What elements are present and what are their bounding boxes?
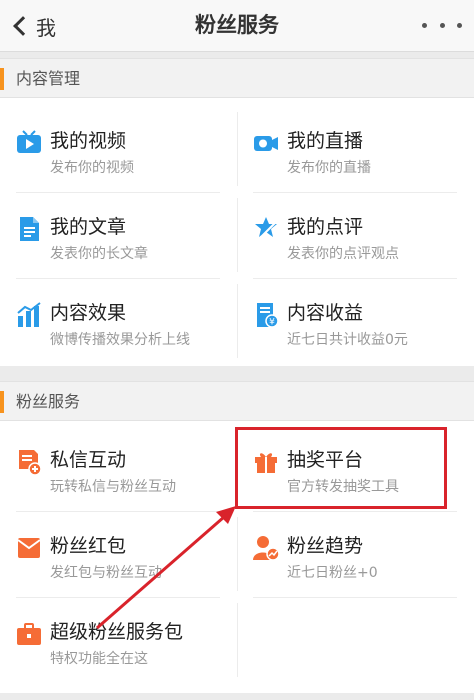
section-title: 内容管理 (16, 69, 81, 88)
grid-divider (16, 192, 220, 193)
grid-item-my-article[interactable]: 我的文章 发表你的长文章 (0, 192, 237, 278)
grid-item-my-review[interactable]: 我的点评 发表你的点评观点 (237, 192, 474, 278)
grid-item-name: 抽奖平台 (287, 449, 364, 471)
grid-item-my-video[interactable]: 我的视频 发布你的视频 (0, 106, 237, 192)
red-envelope-icon (17, 538, 41, 558)
briefcase-icon (17, 623, 41, 645)
content-grid: 我的视频 发布你的视频 我的直播 发布你的直播 我的文章 发表你的长文章 我的点… (0, 98, 474, 366)
grid-item-super-fan-package[interactable]: 超级粉丝服务包 特权功能全在这 (0, 597, 237, 683)
grid-item-name: 内容效果 (50, 302, 127, 324)
grid-item-private-message[interactable]: 私信互动 玩转私信与粉丝互动 (0, 425, 237, 511)
grid-item-desc: 近七日共计收益0元 (287, 332, 408, 348)
grid-divider (237, 198, 238, 272)
back-label: 我 (36, 15, 56, 40)
back-button[interactable]: 我 (10, 9, 56, 43)
grid-divider (253, 597, 457, 598)
section-header-fans: 粉丝服务 (0, 381, 474, 421)
grid-item-fan-trend[interactable]: 粉丝趋势 近七日粉丝+0 (237, 511, 474, 597)
grid-item-my-live[interactable]: 我的直播 发布你的直播 (237, 106, 474, 192)
more-dot-icon (457, 22, 462, 28)
grid-divider (253, 278, 457, 279)
gift-icon (255, 453, 277, 473)
grid-item-name: 我的视频 (50, 130, 127, 152)
grid-item-name: 我的直播 (287, 130, 364, 152)
section-header-content: 内容管理 (0, 58, 474, 98)
grid-divider (237, 603, 238, 677)
grid-item-name: 内容收益 (287, 302, 364, 324)
fans-grid: 私信互动 玩转私信与粉丝互动 抽奖平台 官方转发抽奖工具 粉丝红包 发红包与粉丝… (0, 421, 474, 693)
more-button[interactable] (422, 15, 462, 35)
grid-item-lottery-platform[interactable]: 抽奖平台 官方转发抽奖工具 (237, 425, 474, 511)
grid-item-desc: 玩转私信与粉丝互动 (50, 479, 176, 495)
grid-divider (237, 112, 238, 186)
more-dot-icon (439, 22, 445, 28)
section-accent-bar (0, 391, 4, 413)
grid-item-name: 我的文章 (50, 216, 127, 238)
grid-item-content-income[interactable]: ¥ 内容收益 近七日共计收益0元 (237, 278, 474, 364)
grid-item-name: 我的点评 (287, 216, 364, 238)
grid-divider (16, 597, 220, 598)
pen-icon (255, 217, 277, 242)
grid-item-name: 私信互动 (50, 449, 127, 471)
section-title: 粉丝服务 (16, 392, 81, 411)
grid-divider (253, 192, 457, 193)
grid-item-desc: 近七日粉丝+0 (287, 565, 378, 581)
income-icon: ¥ (257, 303, 279, 328)
grid-divider (237, 284, 238, 358)
grid-divider (237, 431, 238, 505)
grid-divider (16, 278, 220, 279)
grid-item-desc: 发表你的长文章 (50, 246, 148, 262)
grid-item-content-effect[interactable]: 内容效果 微博传播效果分析上线 (0, 278, 237, 364)
grid-item-desc: 特权功能全在这 (50, 651, 148, 667)
chevron-left-icon (13, 16, 33, 36)
message-icon (19, 450, 42, 475)
grid-divider (253, 511, 457, 512)
svg-text:¥: ¥ (269, 318, 275, 328)
grid-item-desc: 官方转发抽奖工具 (287, 479, 399, 495)
camera-icon (254, 136, 278, 151)
document-icon (20, 217, 39, 241)
section-accent-bar (0, 68, 4, 90)
bar-chart-icon (17, 302, 41, 327)
grid-item-desc: 微博传播效果分析上线 (50, 332, 190, 348)
grid-divider (237, 517, 238, 591)
grid-item-name: 粉丝红包 (50, 535, 127, 557)
grid-item-desc: 发布你的直播 (287, 160, 371, 176)
video-icon (17, 130, 41, 153)
grid-divider (16, 511, 220, 512)
grid-item-fan-red-envelope[interactable]: 粉丝红包 发红包与粉丝互动 (0, 511, 237, 597)
grid-item-name: 粉丝趋势 (287, 535, 364, 557)
grid-item-desc: 发布你的视频 (50, 160, 134, 176)
grid-item-name: 超级粉丝服务包 (50, 621, 184, 643)
grid-item-desc: 发红包与粉丝互动 (50, 565, 162, 581)
more-dot-icon (422, 22, 427, 28)
fan-trend-icon (253, 536, 279, 561)
page-title: 粉丝服务 (195, 13, 279, 37)
nav-bar: 我 粉丝服务 (0, 0, 474, 52)
grid-item-desc: 发表你的点评观点 (287, 246, 399, 262)
